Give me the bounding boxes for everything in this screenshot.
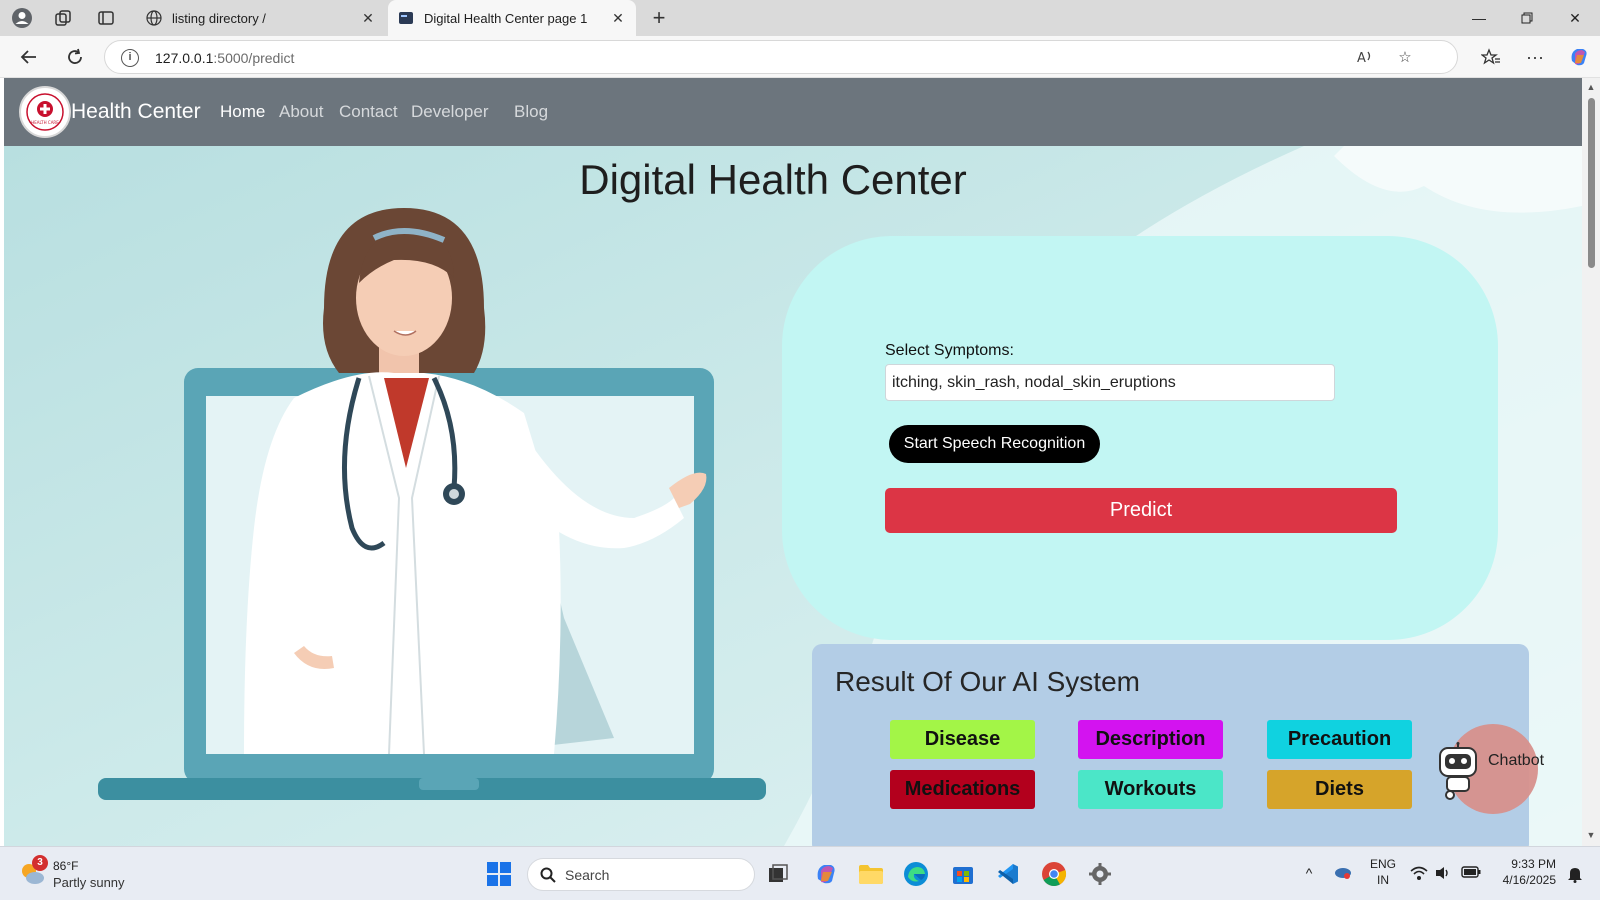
notification-bell-icon[interactable]	[1566, 865, 1584, 883]
url-field[interactable]: i 127.0.0.1:5000/predict A ☆	[104, 40, 1458, 74]
window-close-icon[interactable]: ✕	[1552, 0, 1598, 36]
language-code[interactable]: ENG	[1368, 857, 1398, 871]
reload-icon[interactable]	[62, 44, 88, 70]
page-viewport: HEALTH CARE Health Center Home About Con…	[4, 78, 1582, 846]
nav-link-blog[interactable]: Blog	[514, 102, 548, 122]
site-info-icon[interactable]: i	[121, 49, 139, 67]
site-navbar: HEALTH CARE Health Center Home About Con…	[4, 78, 1582, 146]
weather-badge: 3	[32, 855, 48, 871]
nav-link-home[interactable]: Home	[220, 102, 265, 122]
volume-icon[interactable]	[1434, 865, 1452, 883]
predict-button[interactable]: Predict	[885, 488, 1397, 533]
collections-icon[interactable]	[51, 6, 75, 30]
new-tab-icon[interactable]: +	[645, 4, 673, 32]
clock-date[interactable]: 4/16/2025	[1494, 873, 1556, 887]
chatbot-label[interactable]: Chatbot	[1488, 752, 1544, 770]
vertical-tabs-icon[interactable]	[94, 6, 118, 30]
medications-button[interactable]: Medications	[890, 770, 1035, 809]
more-options-icon[interactable]: ···	[1522, 44, 1548, 70]
restore-icon[interactable]	[1504, 0, 1550, 36]
onedrive-icon[interactable]	[1334, 865, 1352, 883]
globe-icon	[146, 10, 162, 26]
page-title: Digital Health Center	[579, 156, 967, 203]
search-placeholder: Search	[565, 867, 610, 883]
weather-temperature[interactable]: 86°F	[53, 859, 78, 873]
address-bar-row: i 127.0.0.1:5000/predict A ☆ ···	[0, 36, 1600, 78]
favorites-icon[interactable]	[1478, 44, 1504, 70]
weather-description[interactable]: Partly sunny	[53, 875, 125, 890]
scroll-down-icon[interactable]: ▼	[1585, 830, 1597, 842]
svg-text:A: A	[1357, 51, 1366, 66]
doctor-illustration	[98, 208, 766, 800]
read-aloud-icon[interactable]: A	[1355, 48, 1375, 68]
back-arrow-icon[interactable]	[16, 44, 42, 70]
scroll-up-icon[interactable]: ▲	[1585, 82, 1597, 94]
vscode-icon[interactable]	[992, 858, 1024, 890]
edge-browser-icon[interactable]	[900, 858, 932, 890]
precaution-button[interactable]: Precaution	[1267, 720, 1412, 759]
description-button[interactable]: Description	[1078, 720, 1223, 759]
task-view-icon[interactable]	[762, 858, 794, 890]
clock-time[interactable]: 9:33 PM	[1494, 857, 1556, 871]
svg-text:HEALTH CARE: HEALTH CARE	[31, 120, 59, 125]
copilot-app-icon[interactable]	[810, 858, 842, 890]
nav-link-about[interactable]: About	[279, 102, 323, 122]
tab-title: Digital Health Center page 1	[424, 10, 588, 26]
page-scrollbar[interactable]: ▲ ▼	[1582, 78, 1600, 846]
chatbot-widget[interactable]: Chatbot	[1434, 724, 1544, 814]
minimize-icon[interactable]: —	[1456, 0, 1502, 36]
robot-icon	[1439, 742, 1477, 800]
tab-digital-health-center[interactable]: Digital Health Center page 1 ✕	[388, 0, 636, 36]
chrome-icon[interactable]	[1038, 858, 1070, 890]
disease-button[interactable]: Disease	[890, 720, 1035, 759]
wifi-icon[interactable]	[1410, 865, 1428, 883]
close-icon[interactable]: ✕	[360, 10, 376, 27]
search-icon	[540, 867, 556, 883]
symptoms-label: Select Symptoms:	[885, 342, 1014, 359]
nav-link-contact[interactable]: Contact	[339, 102, 398, 122]
close-icon[interactable]: ✕	[610, 10, 626, 27]
diets-button[interactable]: Diets	[1267, 770, 1412, 809]
start-speech-recognition-button[interactable]: Start Speech Recognition	[889, 425, 1100, 463]
nav-link-developer[interactable]: Developer	[411, 102, 489, 122]
battery-icon[interactable]	[1461, 865, 1481, 883]
page-favicon-icon	[398, 10, 414, 26]
region-code[interactable]: IN	[1368, 873, 1398, 887]
settings-gear-icon[interactable]	[1084, 858, 1116, 890]
tab-listing-directory[interactable]: listing directory / ✕	[136, 0, 386, 36]
windows-start-icon[interactable]	[483, 858, 515, 890]
profile-icon[interactable]	[10, 6, 34, 30]
browser-tab-bar: listing directory / ✕ Digital Health Cen…	[0, 0, 1600, 36]
scrollbar-thumb[interactable]	[1588, 98, 1595, 268]
workouts-button[interactable]: Workouts	[1078, 770, 1223, 809]
microsoft-store-icon[interactable]	[947, 858, 979, 890]
windows-taskbar: 3 86°F Partly sunny Search ^ ENG IN 9:33…	[0, 846, 1600, 900]
results-title: Result Of Our AI System	[835, 666, 1140, 697]
copilot-icon[interactable]	[1566, 44, 1592, 70]
tab-title: listing directory /	[172, 10, 266, 26]
chevron-up-icon[interactable]: ^	[1300, 865, 1318, 883]
brand-name[interactable]: Health Center	[71, 100, 201, 124]
file-explorer-icon[interactable]	[855, 858, 887, 890]
health-care-logo[interactable]: HEALTH CARE	[19, 86, 71, 138]
url-text[interactable]: 127.0.0.1:5000/predict	[155, 50, 294, 66]
taskbar-search-input[interactable]: Search	[527, 858, 755, 891]
symptoms-input[interactable]	[885, 364, 1335, 401]
favorite-star-icon[interactable]: ☆	[1395, 48, 1415, 68]
